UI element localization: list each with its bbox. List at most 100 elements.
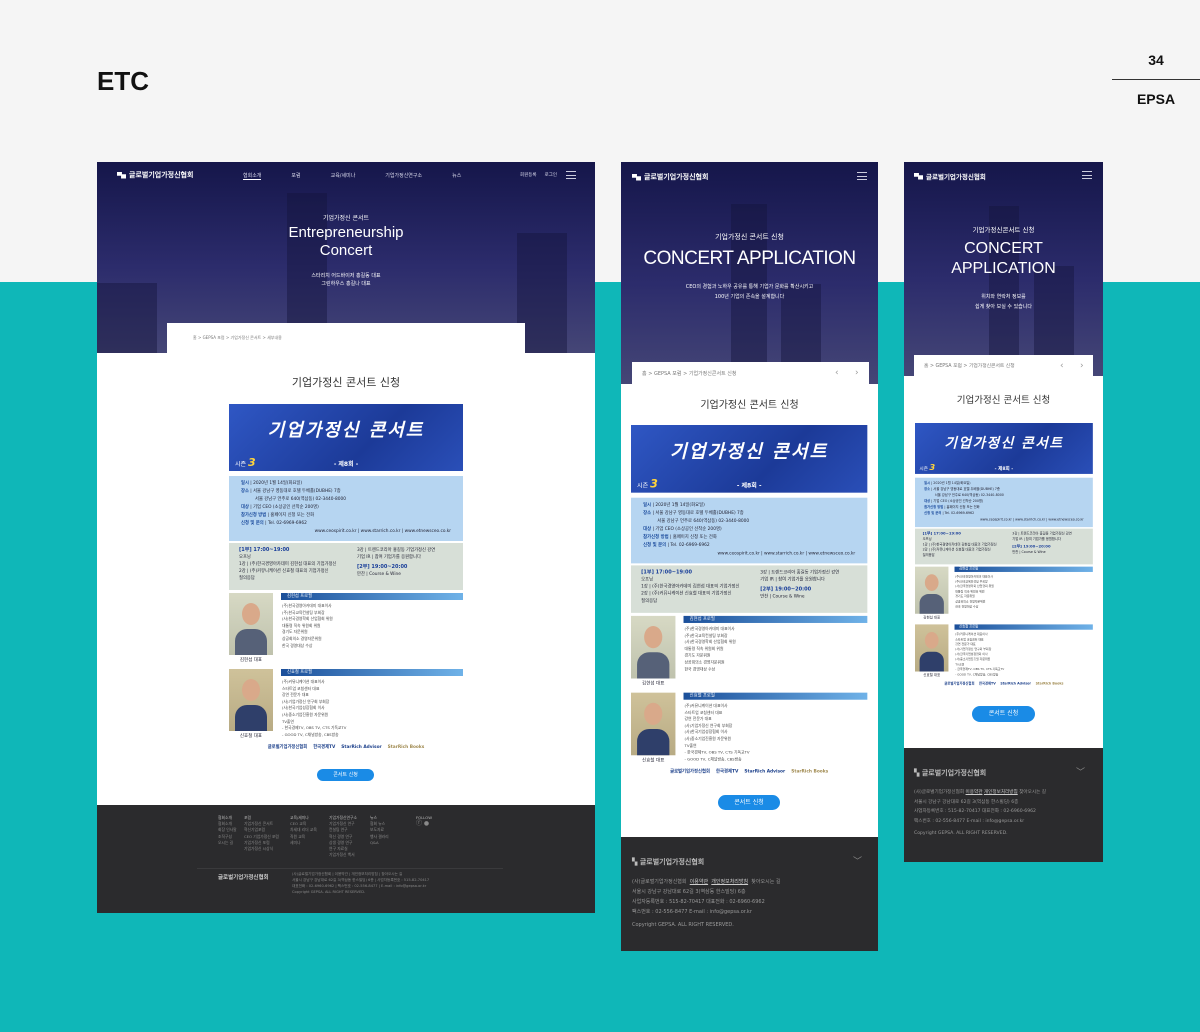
concert-poster: 기업가정신 콘서트 시즌 3 - 제8회 - 일시 | 2020년 1월 14일… (631, 425, 868, 781)
site-logo[interactable]: 글로벌기업가정신협회 (914, 171, 986, 181)
footer-link[interactable]: 차세대 리더 교육 (290, 827, 317, 833)
divider (1112, 79, 1200, 80)
hero-title: CONCERT APPLICATION (643, 248, 856, 269)
hero-kicker: 기업가정신 콘서트 (322, 215, 370, 222)
speaker-photo (631, 615, 676, 679)
nav-item[interactable]: 포럼 (291, 172, 300, 180)
footer-column: 교육/세미나 CEO 교육 차세대 리더 교육 직원 교육 세미나 (290, 815, 317, 846)
footer-link[interactable]: 오시는 길 (218, 840, 237, 846)
site-logo[interactable]: 글로벌기업가정신협회 (117, 170, 193, 180)
social-icons[interactable]: ⓕ ● (416, 820, 432, 827)
poster-round: - 제8회 - (994, 466, 1014, 472)
footer-link[interactable]: 세미나 (290, 840, 317, 846)
nav-item[interactable]: 기업가정신연구소 (385, 172, 422, 180)
menu-icon[interactable] (566, 171, 576, 179)
desktop-mockup: 글로벌기업가정신협회 협회소개 포럼 교육/세미나 기업가정신연구소 뉴스 회원등록 로그… (97, 162, 595, 913)
footer-link[interactable]: 행사 갤러리 (370, 834, 389, 840)
speaker-photo (915, 624, 949, 672)
poster-info: 일시 | 2020년 1월 14일(화요일) 장소 | 서울 강남구 영동대로 … (631, 497, 868, 564)
register-link[interactable]: 회원등록 (520, 172, 537, 178)
hero-subtitle: 쉽게 찾아 보실 수 있습니다 (975, 304, 1032, 310)
hero: 글로벌기업가정신협회 기업가정신 콘서트 신청 CONCERT APPLICAT… (621, 162, 878, 384)
footer-link[interactable]: 기업가정신 백서 (329, 852, 357, 858)
footer: ▚ 글로벌기업가정신협회 ﹀ (사)글로벌기업가정신협회 이용약관 개인정보처리… (904, 748, 1103, 862)
speaker-photo (631, 692, 676, 756)
directions-link[interactable]: 찾아오시는 길 (751, 879, 780, 885)
mobile-mockup: 글로벌기업가정신협회 기업가정신콘서트 신청 CONCERT APPLICATI… (904, 162, 1103, 862)
sponsor-logos: 글로벌기업가정신협회 한국경제TV StarRich Advisor StarRich… (670, 769, 829, 775)
concert-poster: 기업가정신 콘서트 시즌 3 - 제8회 - 일시 | 2020년 1월 14일… (915, 423, 1093, 691)
footer-column: 협회소개 협회소개 회장 인사말 조직구성 오시는 길 (218, 815, 237, 846)
footer-link[interactable]: CEO 기업가정신 포럼 (244, 834, 279, 840)
footer-info: (사)글로벌기업가정신협회 이용약관 개인정보처리방침 찾아오시는 길 서울시 … (632, 879, 781, 928)
breadcrumb[interactable]: 홈 > GEPSA 포럼 > 기업가정신콘서트 신청 ‹ › (914, 355, 1093, 376)
poster-banner: 기업가정신 콘서트 시즌 3 - 제8회 - (229, 404, 463, 471)
section-title: ETC (97, 66, 149, 96)
poster-banner: 기업가정신 콘서트 시즌 3 - 제8회 - (631, 425, 868, 493)
login-link[interactable]: 로그인 (545, 172, 557, 178)
apply-button[interactable]: 콘서트 신청 (718, 795, 780, 810)
poster-program: [1부] 17:00~19:00 오프닝 1강 | (주)한국경영아카데미 김현… (631, 565, 868, 613)
footer-link[interactable]: 기업가정신 시상식 (244, 846, 279, 852)
footer-logo: 글로벌기업가정신협회 (218, 875, 269, 881)
page-title: 기업가정신 콘서트 신청 (956, 395, 1051, 406)
hero-kicker: 기업가정신콘서트 신청 (972, 226, 1035, 234)
hero-subtitle: 100년 기업의 존속을 설계합니다 (714, 294, 785, 300)
footer-info: (사)글로벌기업가정신협회 | 이용약관 | 개인정보처리방침 | 찾아오시는 … (292, 872, 430, 894)
hero-title: Concert (319, 242, 373, 259)
speaker-photo (229, 593, 273, 655)
footer-logo: ▚ 글로벌기업가정신협회 (632, 858, 705, 866)
footer: 글로벌기업가정신협회 (사)글로벌기업가정신협회 | 이용약관 | 개인정보처리… (97, 805, 595, 913)
page-title: 기업가정신 콘서트 신청 (291, 376, 401, 389)
sponsor-logos: 글로벌기업가정신협회 한국경제TV StarRich Advisor StarRich… (267, 745, 425, 750)
tablet-mockup: 글로벌기업가정신협회 기업가정신 콘서트 신청 CONCERT APPLICAT… (621, 162, 878, 951)
poster-title: 기업가정신 콘서트 (944, 435, 1064, 452)
footer-logo: ▚ 글로벌기업가정신협회 (914, 769, 987, 777)
terms-link[interactable]: 이용약관 (966, 790, 983, 795)
footer-column: 기업가정신연구소 기업가정신 연구 컨설팅 연구 혁신 경영 연구 상생 경영 연구 연구… (329, 815, 357, 858)
nav-item[interactable]: 협회소개 (243, 172, 262, 180)
page-number: 34 (1148, 52, 1164, 68)
hero-subtitle: CEO의 경험과 노하우 공유를 통해 기업가 문화를 확산시키고 (685, 284, 814, 290)
poster-info: 일시 | 2020년 1월 14일(화요일) 장소 | 서울 강남구 영동대로 … (915, 477, 1093, 528)
main-nav: 협회소개 포럼 교육/세미나 기업가정신연구소 뉴스 (243, 172, 461, 180)
sponsor-logos: 글로벌기업가정신협회 한국경제TV StarRich Advisor StarRich… (944, 682, 1064, 686)
footer-column: 포럼 기업가정신 콘서트 혁신기업포럼 CEO 기업가정신 포럼 기업가정신 포럼 기업가… (244, 815, 279, 852)
footer-link[interactable]: Q&A (370, 840, 389, 846)
privacy-link[interactable]: 개인정보처리방침 (711, 879, 748, 885)
poster-title: 기업가정신 콘서트 (670, 441, 829, 463)
nav-item[interactable]: 교육/세미나 (331, 172, 356, 180)
page-title: 기업가정신 콘서트 신청 (700, 400, 799, 411)
nav-item[interactable]: 뉴스 (452, 172, 461, 180)
directions-link[interactable]: 찾아오시는 길 (1019, 790, 1046, 795)
poster-info: 일시 | 2020년 1월 14일(화요일) 장소 | 서울 강남구 영동대로 … (229, 476, 463, 541)
breadcrumb[interactable]: 홈 > GEPSA 포럼 > 기업가정신 콘서트 > 세부내용 (167, 323, 525, 353)
site-logo[interactable]: 글로벌기업가정신협회 (632, 172, 708, 182)
next-arrow-icon[interactable]: › (1080, 361, 1084, 371)
terms-link[interactable]: 이용약관 (690, 879, 708, 885)
footer-link[interactable]: 회장 인사말 (218, 827, 237, 833)
chevron-down-icon[interactable]: ﹀ (1076, 765, 1085, 778)
menu-icon[interactable] (857, 172, 867, 180)
footer-column: 뉴스 협회 뉴스 보도자료 행사 갤러리 Q&A (370, 815, 389, 846)
apply-button[interactable]: 콘서트 신청 (317, 769, 374, 781)
menu-icon[interactable] (1082, 171, 1092, 179)
prev-arrow-icon[interactable]: ‹ (835, 368, 839, 378)
prev-arrow-icon[interactable]: ‹ (1060, 361, 1064, 371)
next-arrow-icon[interactable]: › (855, 368, 859, 378)
hero-title: CONCERT (964, 240, 1043, 257)
privacy-link[interactable]: 개인정보처리방침 (984, 790, 1018, 795)
hero-title: APPLICATION (951, 260, 1056, 277)
chevron-down-icon[interactable]: ﹀ (853, 854, 862, 867)
apply-button[interactable]: 콘서트 신청 (972, 706, 1035, 722)
hero-subtitle: 위치와 연락처 정보를 (981, 294, 1026, 300)
poster-title: 기업가정신 콘서트 (267, 420, 425, 441)
brand-label: EPSA (1136, 91, 1176, 107)
poster-round: - 제8회 - (736, 482, 762, 490)
speaker-photo (229, 669, 273, 731)
breadcrumb[interactable]: 홈 > GEPSA 포럼 > 기업가정신콘서트 신청 ‹ › (632, 362, 869, 384)
hero: 글로벌기업가정신협회 기업가정신콘서트 신청 CONCERT APPLICATI… (904, 162, 1103, 376)
footer-column: FOLLOW ⓕ ● (416, 815, 432, 827)
footer-info: (사)글로벌기업가정신협회 이용약관 개인정보처리방침 찾아오시는 길 서울시 … (914, 790, 1047, 836)
poster-program: [1부] 17:00~19:00 오프닝 1강 | (주)한국경영아카데미 김현… (915, 528, 1093, 565)
